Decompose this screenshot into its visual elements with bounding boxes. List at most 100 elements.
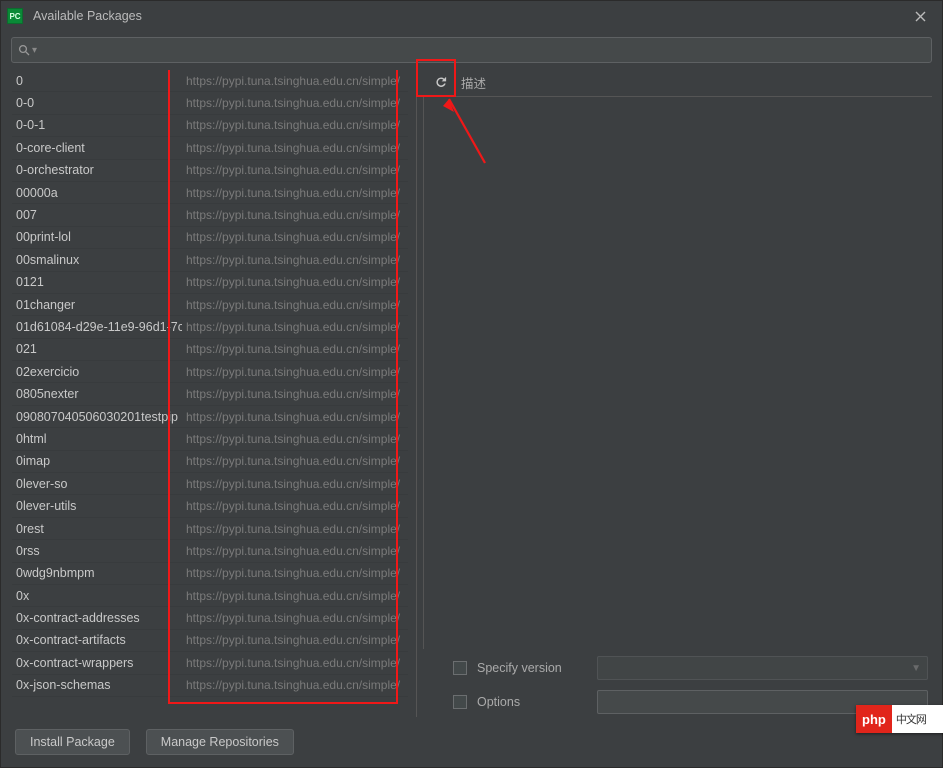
package-name: 0x-contract-addresses: [12, 611, 140, 625]
package-url: https://pypi.tuna.tsinghua.edu.cn/simple…: [186, 230, 400, 244]
available-packages-dialog: PC Available Packages ▾ 0 https://pypi.tu…: [0, 0, 943, 768]
package-url: https://pypi.tuna.tsinghua.edu.cn/simple…: [186, 454, 400, 468]
php-badge-right: 中文网: [892, 711, 930, 727]
package-row[interactable]: 00smalinux https://pypi.tuna.tsinghua.edu…: [12, 249, 408, 271]
search-icon: [18, 44, 30, 56]
description-area: [423, 97, 932, 649]
package-row[interactable]: 0-orchestratorhttps://pypi.tuna.tsinghua…: [12, 160, 408, 182]
package-url: https://pypi.tuna.tsinghua.edu.cn/simple…: [186, 186, 400, 200]
package-row[interactable]: 0wdg9nbmpm https://pypi.tuna.tsinghua.edu…: [12, 563, 408, 585]
splitter[interactable]: [409, 69, 423, 717]
package-row[interactable]: 02exerciciohttps://pypi.tuna.tsinghua.ed…: [12, 361, 408, 383]
package-name: 0lever-utils: [12, 499, 76, 513]
pycharm-icon: PC: [7, 8, 23, 24]
package-url: https://pypi.tuna.tsinghua.edu.cn/simple…: [186, 298, 400, 312]
package-name: 0imap: [12, 454, 50, 468]
package-url: https://pypi.tuna.tsinghua.edu.cn/simple…: [186, 611, 400, 625]
package-url: https://pypi.tuna.tsinghua.edu.cn/simple…: [186, 499, 400, 513]
package-row[interactable]: 0lever-utils https://pypi.tuna.tsinghua.e…: [12, 495, 408, 517]
package-row[interactable]: 090807040506030201testpip https://pypi.tu…: [12, 406, 408, 428]
package-url: https://pypi.tuna.tsinghua.edu.cn/simple…: [186, 656, 400, 670]
package-name: 0: [12, 74, 23, 88]
package-row[interactable]: 00000ahttps://pypi.tuna.tsinghua.edu.cn/…: [12, 182, 408, 204]
chevron-down-icon: ▼: [911, 663, 921, 674]
search-box[interactable]: ▾: [11, 37, 932, 63]
package-url: https://pypi.tuna.tsinghua.edu.cn/simple…: [186, 387, 400, 401]
package-row[interactable]: 0121https://pypi.tuna.tsinghua.edu.cn/si…: [12, 272, 408, 294]
titlebar: PC Available Packages: [1, 1, 942, 31]
package-row[interactable]: 0x-contract-artifacts https://pypi.tuna.t…: [12, 630, 408, 652]
package-name: 01changer: [12, 298, 75, 312]
package-url: https://pypi.tuna.tsinghua.edu.cn/simple…: [186, 253, 400, 267]
package-name: 0rest: [12, 522, 44, 536]
window-title: Available Packages: [33, 9, 906, 23]
package-row[interactable]: 0805nexterhttps://pypi.tuna.tsinghua.edu…: [12, 383, 408, 405]
package-name: 00smalinux: [12, 253, 79, 267]
refresh-button[interactable]: [429, 72, 451, 94]
package-url: https://pypi.tuna.tsinghua.edu.cn/simple…: [186, 432, 400, 446]
search-row: ▾: [1, 31, 942, 69]
package-row[interactable]: 0-0 https://pypi.tuna.tsinghua.edu.cn/sim…: [12, 92, 408, 114]
package-list[interactable]: 0 https://pypi.tuna.tsinghua.edu.cn/simpl…: [11, 69, 409, 717]
package-url: https://pypi.tuna.tsinghua.edu.cn/simple…: [186, 477, 400, 491]
specify-version-checkbox[interactable]: [453, 661, 467, 675]
package-url: https://pypi.tuna.tsinghua.edu.cn/simple…: [186, 633, 400, 647]
version-select[interactable]: ▼: [597, 656, 928, 680]
package-row[interactable]: 0-0-1https://pypi.tuna.tsinghua.edu.cn/s…: [12, 115, 408, 137]
package-name: 021: [12, 342, 37, 356]
package-row[interactable]: 0 https://pypi.tuna.tsinghua.edu.cn/simpl…: [12, 70, 408, 92]
package-name: 007: [12, 208, 37, 222]
options-label: Options: [477, 695, 587, 709]
package-row[interactable]: 0rsshttps://pypi.tuna.tsinghua.edu.cn/si…: [12, 540, 408, 562]
specify-version-label: Specify version: [477, 661, 587, 675]
search-input[interactable]: [43, 43, 925, 57]
package-row[interactable]: 0x-json-schemashttps://pypi.tuna.tsinghu…: [12, 675, 408, 697]
content-area: 0 https://pypi.tuna.tsinghua.edu.cn/simpl…: [1, 69, 942, 723]
package-row[interactable]: 021 https://pypi.tuna.tsinghua.edu.cn/sim…: [12, 339, 408, 361]
package-row[interactable]: 0x-contract-wrappershttps://pypi.tuna.ts…: [12, 652, 408, 674]
package-row[interactable]: 0rest https://pypi.tuna.tsinghua.edu.cn/s…: [12, 518, 408, 540]
package-name: 02exercicio: [12, 365, 79, 379]
package-row[interactable]: 007https://pypi.tuna.tsinghua.edu.cn/sim…: [12, 204, 408, 226]
package-name: 0-orchestrator: [12, 163, 94, 177]
package-url: https://pypi.tuna.tsinghua.edu.cn/simple…: [186, 566, 400, 580]
package-row[interactable]: 01changer https://pypi.tuna.tsinghua.edu.…: [12, 294, 408, 316]
package-url: https://pypi.tuna.tsinghua.edu.cn/simple…: [186, 118, 400, 132]
package-name: 090807040506030201testpip: [12, 410, 178, 424]
package-name: 0-0: [12, 96, 34, 110]
package-name: 0x: [12, 589, 29, 603]
package-row[interactable]: 0-core-clienthttps://pypi.tuna.tsinghua.…: [12, 137, 408, 159]
close-button[interactable]: [906, 4, 934, 28]
specify-version-row: Specify version ▼: [453, 655, 928, 681]
package-name: 0wdg9nbmpm: [12, 566, 95, 580]
package-url: https://pypi.tuna.tsinghua.edu.cn/simple…: [186, 522, 400, 536]
details-panel: 描述 Specify version ▼ Options: [423, 69, 932, 717]
package-name: 0x-contract-artifacts: [12, 633, 126, 647]
close-icon: [915, 11, 926, 22]
refresh-icon: [433, 75, 448, 90]
description-label: 描述: [461, 73, 486, 92]
package-name: 00print-lol: [12, 230, 71, 244]
package-url: https://pypi.tuna.tsinghua.edu.cn/simple…: [186, 410, 400, 424]
package-url: https://pypi.tuna.tsinghua.edu.cn/simple…: [186, 589, 400, 603]
package-row[interactable]: 0htmlhttps://pypi.tuna.tsinghua.edu.cn/s…: [12, 428, 408, 450]
options-checkbox[interactable]: [453, 695, 467, 709]
package-name: 0lever-so: [12, 477, 67, 491]
package-row[interactable]: 01d61084-d29e-11e9-96d1-7c5cf84ffe8ehttp…: [12, 316, 408, 338]
package-url: https://pypi.tuna.tsinghua.edu.cn/simple…: [186, 74, 400, 88]
package-url: https://pypi.tuna.tsinghua.edu.cn/simple…: [186, 342, 400, 356]
manage-repositories-button[interactable]: Manage Repositories: [146, 729, 294, 755]
package-url: https://pypi.tuna.tsinghua.edu.cn/simple…: [186, 96, 400, 110]
search-options-caret-icon[interactable]: ▾: [32, 45, 37, 56]
package-name: 0rss: [12, 544, 40, 558]
php-badge: php 中文网: [856, 705, 943, 733]
package-row[interactable]: 0x-contract-addresses https://pypi.tuna.t…: [12, 607, 408, 629]
package-row[interactable]: 0x https://pypi.tuna.tsinghua.edu.cn/simp…: [12, 585, 408, 607]
package-row[interactable]: 00print-lol https://pypi.tuna.tsinghua.ed…: [12, 227, 408, 249]
package-list-panel: 0 https://pypi.tuna.tsinghua.edu.cn/simpl…: [11, 69, 409, 717]
details-toolbar: 描述: [423, 69, 932, 97]
install-package-button[interactable]: Install Package: [15, 729, 130, 755]
package-row[interactable]: 0lever-so https://pypi.tuna.tsinghua.edu.…: [12, 473, 408, 495]
package-row[interactable]: 0imap https://pypi.tuna.tsinghua.edu.cn/s…: [12, 451, 408, 473]
package-url: https://pypi.tuna.tsinghua.edu.cn/simple…: [186, 275, 400, 289]
